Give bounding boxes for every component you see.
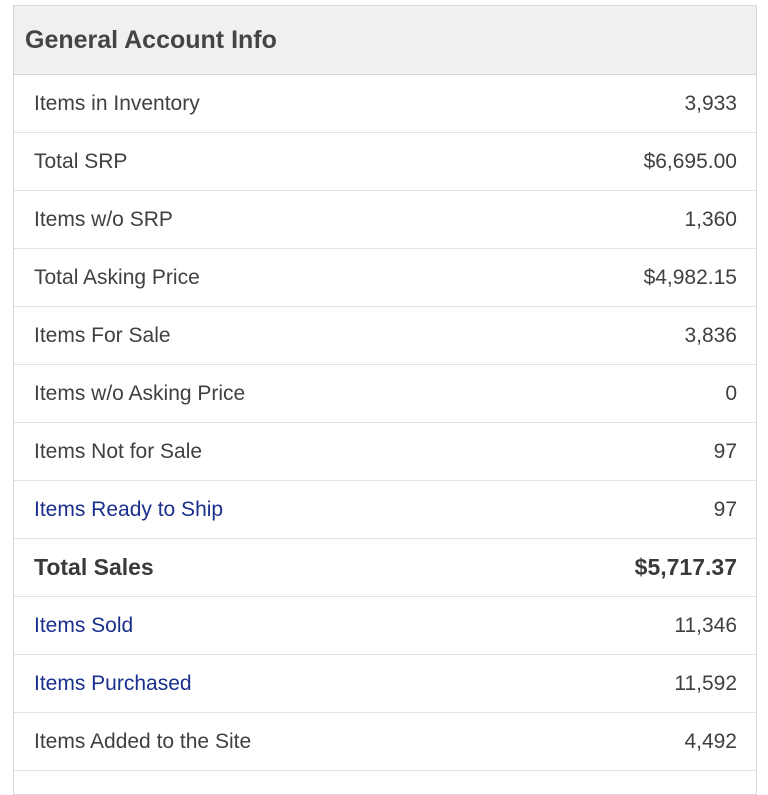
row-items-purchased: Items Purchased 11,592 [14,655,756,713]
row-label: Total SRP [34,149,128,173]
row-label: Items For Sale [34,323,171,347]
items-ready-to-ship-link[interactable]: Items Ready to Ship [34,498,223,522]
row-value: $5,717.37 [634,554,737,580]
row-label: Items Not for Sale [34,439,203,463]
row-items-not-for-sale: Items Not for Sale 97 [14,423,756,481]
row-value: 4,492 [684,729,737,753]
row-value: $4,982.15 [643,265,737,289]
row-value: 3,836 [684,323,737,347]
account-info-list: Items in Inventory 3,933 Total SRP $6,69… [14,75,756,771]
row-value: 1,360 [684,207,737,231]
row-label: Items Added to the Site [34,729,252,753]
row-label: Items w/o Asking Price [34,381,246,405]
row-items-for-sale: Items For Sale 3,836 [14,307,756,365]
row-label: Items in Inventory [34,91,200,115]
row-items-added-to-site: Items Added to the Site 4,492 [14,713,756,771]
row-value: 11,346 [674,613,737,637]
row-items-without-srp: Items w/o SRP 1,360 [14,191,756,249]
row-value: 3,933 [684,91,737,115]
row-label: Items w/o SRP [34,207,173,231]
row-label: Total Asking Price [34,265,200,289]
row-total-srp: Total SRP $6,695.00 [14,133,756,191]
row-value: 97 [713,439,737,463]
general-account-info-panel: General Account Info Items in Inventory … [13,5,757,795]
panel-header: General Account Info [14,6,756,75]
row-value: 11,592 [674,671,737,695]
row-total-sales: Total Sales $5,717.37 [14,539,756,597]
panel-title: General Account Info [25,25,277,54]
items-sold-link[interactable]: Items Sold [34,614,133,638]
row-label: Total Sales [34,554,154,580]
row-value: 0 [725,381,737,405]
row-items-without-asking-price: Items w/o Asking Price 0 [14,365,756,423]
items-purchased-link[interactable]: Items Purchased [34,672,192,696]
row-items-in-inventory: Items in Inventory 3,933 [14,75,756,133]
row-value: $6,695.00 [643,149,737,173]
row-value: 97 [713,497,737,521]
row-total-asking-price: Total Asking Price $4,982.15 [14,249,756,307]
row-items-ready-to-ship: Items Ready to Ship 97 [14,481,756,539]
row-items-sold: Items Sold 11,346 [14,597,756,655]
